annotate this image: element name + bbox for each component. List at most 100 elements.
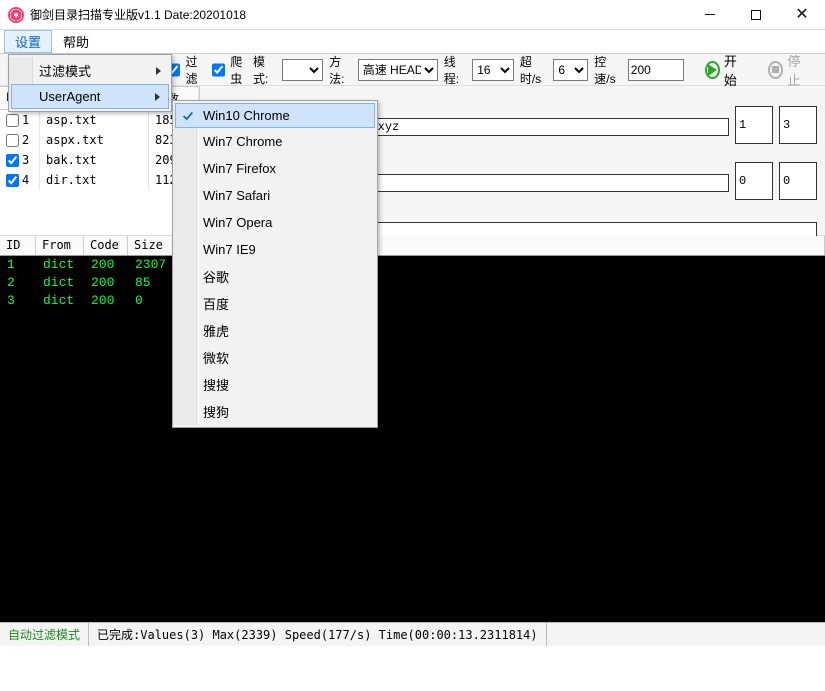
ua-option[interactable]: Win7 Opera (175, 209, 375, 236)
chevron-right-icon (156, 67, 161, 75)
results-row[interactable]: 1dict2002307.html (1, 257, 824, 275)
dict-row-name: aspx.txt (40, 130, 149, 150)
menu-filter-mode-label: 过滤模式 (39, 61, 91, 80)
minimize-icon (705, 14, 715, 15)
menu-user-agent[interactable]: UserAgent (11, 84, 169, 109)
speed-method-select[interactable]: 高速 HEAD (358, 59, 438, 81)
status-progress: 已完成:Values(3) Max(2339) Speed(177/s) Tim… (89, 623, 547, 646)
dictionary-row[interactable]: 1asp.txt1854 (0, 110, 199, 130)
result-from: dict (37, 275, 85, 293)
close-button[interactable]: ✕ (779, 0, 825, 30)
threads-label: 线程: (444, 53, 467, 87)
result-id: 3 (1, 293, 37, 311)
results-row[interactable]: 3dict2000.php (1, 293, 824, 311)
dict-row-id: 1 (22, 113, 29, 127)
results-row[interactable]: 2dict20085.txt (1, 275, 824, 293)
ua-option-label: 搜搜 (203, 375, 229, 394)
results-list[interactable]: 1dict2002307.html2dict20085.txt3dict2000… (0, 256, 825, 622)
result-code: 200 (85, 293, 129, 311)
mode-label: 模式: (253, 53, 276, 87)
stop-button[interactable]: 停止 (759, 57, 817, 83)
user-agent-submenu: Win10 Chrome Win7 Chrome Win7 Firefox Win7 … (172, 100, 378, 428)
ua-option-label: Win7 Firefox (203, 161, 276, 176)
check-icon (181, 109, 195, 123)
dict-row-checkbox[interactable] (6, 114, 19, 127)
ua-option-label: 百度 (203, 294, 229, 313)
ua-option[interactable]: 搜搜 (175, 371, 375, 398)
ua-option-label: 搜狗 (203, 402, 229, 421)
fuzz-max-input[interactable] (779, 106, 817, 144)
timeout-label: 超时/s (520, 53, 548, 87)
settings-submenu: 过滤模式 UserAgent (8, 54, 172, 112)
mode-select[interactable] (282, 59, 324, 81)
ua-option[interactable]: 谷歌 (175, 263, 375, 290)
start-label: 开始 (724, 51, 745, 89)
results-panel: ID From Code Size 1dict2002307.html2dict… (0, 236, 825, 622)
threads-select[interactable]: 16 (472, 59, 514, 81)
maximize-button[interactable] (733, 0, 779, 30)
result-id: 1 (1, 257, 37, 275)
ua-option-label: Win7 IE9 (203, 242, 256, 257)
results-col-id[interactable]: ID (0, 236, 36, 255)
ua-option[interactable]: Win7 Safari (175, 182, 375, 209)
menu-user-agent-label: UserAgent (39, 89, 100, 104)
dict-row-id: 2 (22, 133, 29, 147)
title-bar: 御剑目录扫描专业版v1.1 Date:20201018 ✕ (0, 0, 825, 30)
ua-option-label: 微软 (203, 348, 229, 367)
crawler-label: 爬虫 (230, 53, 247, 87)
menu-bar: 设置 帮助 (0, 30, 825, 54)
start-button[interactable]: 开始 (696, 57, 754, 83)
fuzz-min-input[interactable] (735, 106, 773, 144)
dict-row-id: 3 (22, 153, 29, 167)
ua-option[interactable]: 雅虎 (175, 317, 375, 344)
close-icon: ✕ (795, 7, 808, 23)
ratelimit-input[interactable] (628, 59, 684, 81)
method-label: 方法: (329, 53, 352, 87)
dictionary-list[interactable]: 1asp.txt18542aspx.txt8233bak.txt2094dir.… (0, 110, 199, 235)
timeout-select[interactable]: 6 (553, 59, 588, 81)
stop-label: 停止 (787, 51, 808, 89)
ua-option-label: Win7 Opera (203, 215, 272, 230)
dictionary-row[interactable]: 4dir.txt1124 (0, 170, 199, 190)
minimize-button[interactable] (687, 0, 733, 30)
dict-row-id: 4 (22, 173, 29, 187)
results-header: ID From Code Size (0, 236, 825, 256)
ua-option-label: Win7 Safari (203, 188, 270, 203)
crawler-checkbox[interactable]: 爬虫 (208, 53, 247, 87)
ua-option[interactable]: Win10 Chrome (175, 103, 375, 128)
ua-option[interactable]: 搜狗 (175, 398, 375, 425)
results-col-from[interactable]: From (36, 236, 84, 255)
result-id: 2 (1, 275, 37, 293)
result-code: 200 (85, 257, 129, 275)
dictionary-row[interactable]: 2aspx.txt823 (0, 130, 199, 150)
chevron-right-icon (155, 93, 160, 101)
dictionary-row[interactable]: 3bak.txt209 (0, 150, 199, 170)
menu-help[interactable]: 帮助 (52, 30, 100, 53)
dict-row-name: dir.txt (40, 170, 149, 190)
dict-row-checkbox[interactable] (6, 174, 19, 187)
maximize-icon (751, 10, 761, 20)
filter-label: 过滤 (185, 53, 202, 87)
ua-option[interactable]: 微软 (175, 344, 375, 371)
results-col-code[interactable]: Code (84, 236, 128, 255)
result-from: dict (37, 293, 85, 311)
result-from: dict (37, 257, 85, 275)
ignore-b-input[interactable] (779, 162, 817, 200)
dict-row-checkbox[interactable] (6, 134, 19, 147)
dict-row-checkbox[interactable] (6, 154, 19, 167)
menu-filter-mode[interactable]: 过滤模式 (11, 57, 169, 84)
result-code: 200 (85, 275, 129, 293)
ignore-a-input[interactable] (735, 162, 773, 200)
ua-option[interactable]: Win7 Firefox (175, 155, 375, 182)
play-icon (705, 61, 720, 79)
ua-option[interactable]: Win7 IE9 (175, 236, 375, 263)
status-bar: 自动过滤模式 已完成:Values(3) Max(2339) Speed(177… (0, 622, 825, 646)
ua-option-label: Win10 Chrome (203, 108, 290, 123)
ua-option[interactable]: Win7 Chrome (175, 128, 375, 155)
app-icon (8, 7, 24, 23)
stop-icon (768, 61, 783, 79)
ua-option-label: 谷歌 (203, 267, 229, 286)
menu-settings[interactable]: 设置 (4, 30, 52, 53)
ratelimit-label: 控速/s (594, 53, 622, 87)
ua-option[interactable]: 百度 (175, 290, 375, 317)
